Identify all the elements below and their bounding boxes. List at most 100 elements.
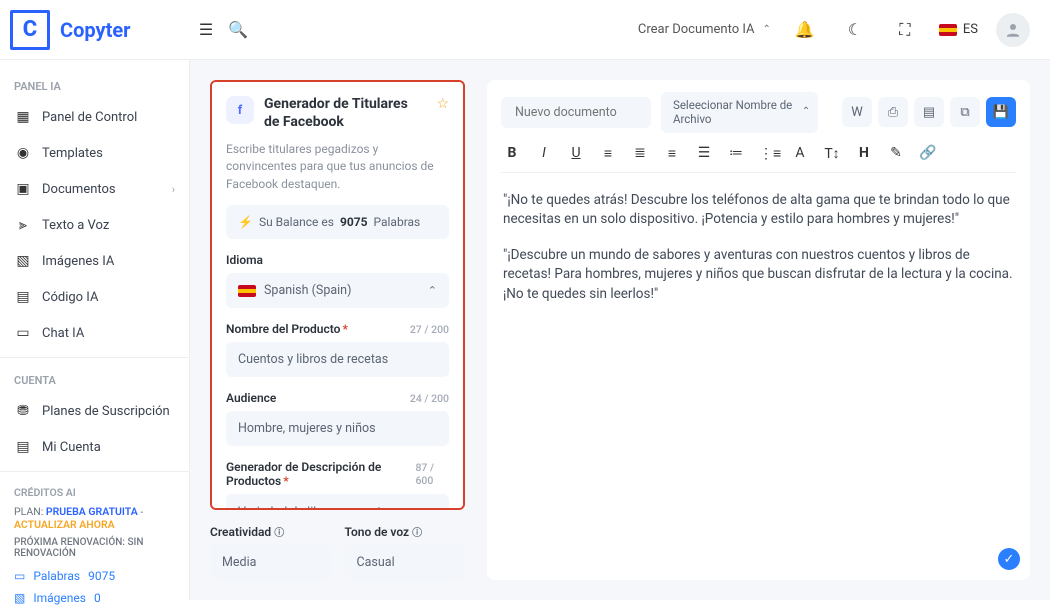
chat-icon: ▭	[14, 325, 32, 341]
balance-pre: Su Balance es	[259, 215, 334, 229]
align-center-icon[interactable]: ≣	[631, 145, 649, 161]
align-right-icon[interactable]: ≡	[663, 145, 681, 162]
info-icon[interactable]: ⓘ	[412, 528, 422, 539]
chevron-up-icon: ⌃	[428, 284, 437, 297]
audience-input[interactable]	[226, 411, 449, 446]
sidebar-item-chat[interactable]: ▭Chat IA	[0, 315, 189, 351]
sidebar-item-mi-cuenta[interactable]: ▤ Mi Cuenta	[0, 429, 189, 465]
create-document-label: Crear Documento IA	[638, 22, 755, 37]
align-left-icon[interactable]: ≡	[599, 145, 617, 162]
moon-icon[interactable]: ☾	[839, 14, 871, 46]
brand-name: Copyter	[60, 18, 130, 42]
bell-icon[interactable]: 🔔	[789, 14, 821, 46]
credits-images-row: ▧ Imágenes 0	[14, 587, 175, 609]
unordered-list-icon[interactable]: ⋮≡	[759, 145, 777, 162]
align-justify-icon[interactable]: ☰	[695, 145, 713, 161]
sidebar-item-templates[interactable]: ◉Templates	[0, 135, 189, 171]
workspace: f Generador de Titulares de Facebook ☆ E…	[190, 60, 1050, 600]
create-document-dropdown[interactable]: Crear Documento IA ⌃	[638, 22, 771, 37]
chevron-up-icon: ⌃	[802, 106, 810, 119]
info-icon[interactable]: ⓘ	[274, 528, 284, 539]
facebook-icon: f	[226, 96, 254, 124]
audience-label: Audience 24 / 200	[226, 391, 449, 405]
sidebar-item-panel-control[interactable]: ▦Panel de Control	[0, 99, 189, 135]
link-icon[interactable]: 🔗	[919, 145, 937, 161]
favorite-star-icon[interactable]: ☆	[436, 96, 449, 112]
underline-icon[interactable]: U	[567, 145, 585, 161]
filename-line1: Seleecionar Nombre de	[673, 98, 792, 112]
generated-paragraph: "¡Descubre un mundo de sabores y aventur…	[503, 246, 1014, 305]
form-title: Generador de Titulares de Facebook	[264, 96, 426, 131]
creativity-label: Creatividad ⓘ	[210, 524, 331, 539]
sidebar-section-panel: PANEL IA	[0, 70, 189, 99]
export-buttons: W ⎙ ▤ ⧉ 💾	[842, 97, 1016, 127]
ordered-list-icon[interactable]: ≔	[727, 145, 745, 161]
credits-images-value: 0	[94, 591, 101, 605]
brand-badge: C	[10, 10, 50, 50]
product-name-label: Nombre del Producto* 27 / 200	[226, 322, 449, 336]
highlight-icon[interactable]: ✎	[887, 145, 905, 161]
audience-count: 24 / 200	[410, 392, 449, 405]
credits-words-row: ▭ Palabras 9075	[14, 565, 175, 587]
export-pdf-icon[interactable]: ⎙	[878, 97, 908, 127]
subscription-icon: ⛃	[14, 403, 32, 419]
export-word-icon[interactable]: W	[842, 97, 872, 127]
sidebar-item-planes[interactable]: ⛃ Planes de Suscripción	[0, 393, 189, 429]
font-icon[interactable]: A	[791, 145, 809, 161]
search-icon[interactable]: 🔍	[222, 14, 254, 46]
image-icon: ▧	[14, 253, 32, 269]
topbar-right: Crear Documento IA ⌃ 🔔 ☾ ⛶ ES	[638, 13, 1030, 47]
product-name-input[interactable]	[226, 342, 449, 377]
document-name-input[interactable]	[501, 97, 651, 128]
generated-paragraph: "¡No te quedes atrás! Descubre los teléf…	[503, 191, 1014, 230]
filename-select[interactable]: Seleecionar Nombre de Archivo ⌃	[661, 92, 818, 133]
language-selector[interactable]: ES	[939, 22, 978, 37]
credits-block: CRÉDITOS AI PLAN: PRUEBA GRATUITA - ACTU…	[0, 478, 189, 609]
creativity-select[interactable]: Media	[210, 545, 331, 580]
language-select[interactable]: Spanish (Spain) ⌃	[226, 273, 449, 308]
filename-line2: Archivo	[673, 112, 792, 126]
sidebar-item-texto-voz[interactable]: ⫸Texto a Voz	[0, 207, 189, 243]
chevron-right-icon: ›	[172, 183, 175, 196]
language-code: ES	[963, 22, 978, 37]
tone-label: Tono de voz ⓘ	[345, 524, 466, 539]
flag-es-icon	[238, 285, 256, 297]
words-icon: ▭	[14, 569, 25, 583]
sidebar-item-documents[interactable]: ▣ Documentos ›	[0, 171, 189, 207]
bold-icon[interactable]: B	[503, 145, 521, 161]
sidebar-item-imagenes[interactable]: ▧ Imágenes IA	[0, 243, 189, 279]
editor-topbar: Seleecionar Nombre de Archivo ⌃ W ⎙ ▤ ⧉ …	[501, 92, 1016, 133]
plan-update-link[interactable]: ACTUALIZAR AHORA	[14, 518, 115, 531]
sidebar-item-label: Documentos	[42, 182, 116, 197]
sidebar-item-label: Mi Cuenta	[42, 440, 101, 455]
product-description-textarea[interactable]	[226, 494, 449, 510]
menu-toggle-icon[interactable]: ☰	[190, 14, 222, 46]
documents-icon: ▣	[14, 181, 32, 197]
font-size-icon[interactable]: T↕	[823, 145, 841, 162]
balance-post: Palabras	[373, 215, 420, 229]
sidebar-item-label: Imágenes IA	[42, 254, 114, 269]
editor-content[interactable]: "¡No te quedes atrás! Descubre los teléf…	[501, 173, 1016, 339]
form-title-row: f Generador de Titulares de Facebook ☆	[226, 96, 449, 131]
sidebar-item-label: Planes de Suscripción	[42, 404, 170, 419]
export-doc-icon[interactable]: ▤	[914, 97, 944, 127]
templates-icon: ◉	[14, 145, 32, 161]
tone-select[interactable]: Casual	[345, 545, 466, 580]
plan-line: PLAN: PRUEBA GRATUITA - ACTUALIZAR AHORA	[14, 505, 175, 531]
flag-es-icon	[939, 24, 957, 36]
audio-icon: ⫸	[14, 217, 32, 233]
credits-title: CRÉDITOS AI	[14, 486, 175, 499]
fullscreen-icon[interactable]: ⛶	[889, 14, 921, 46]
creativity-value: Media	[222, 555, 256, 570]
account-icon: ▤	[14, 439, 32, 455]
sidebar-item-codigo[interactable]: ▤Código IA	[0, 279, 189, 315]
creativity-tone-row: Creatividad ⓘ Media Tono de voz ⓘ Casual	[210, 524, 465, 580]
brand[interactable]: C Copyter	[10, 10, 190, 50]
copy-icon[interactable]: ⧉	[950, 97, 980, 127]
italic-icon[interactable]: I	[535, 145, 553, 161]
avatar[interactable]	[996, 13, 1030, 47]
floating-check-icon[interactable]: ✓	[998, 548, 1020, 570]
save-button[interactable]: 💾	[986, 97, 1016, 127]
heading-icon[interactable]: H	[855, 145, 873, 161]
dashboard-icon: ▦	[14, 109, 32, 125]
